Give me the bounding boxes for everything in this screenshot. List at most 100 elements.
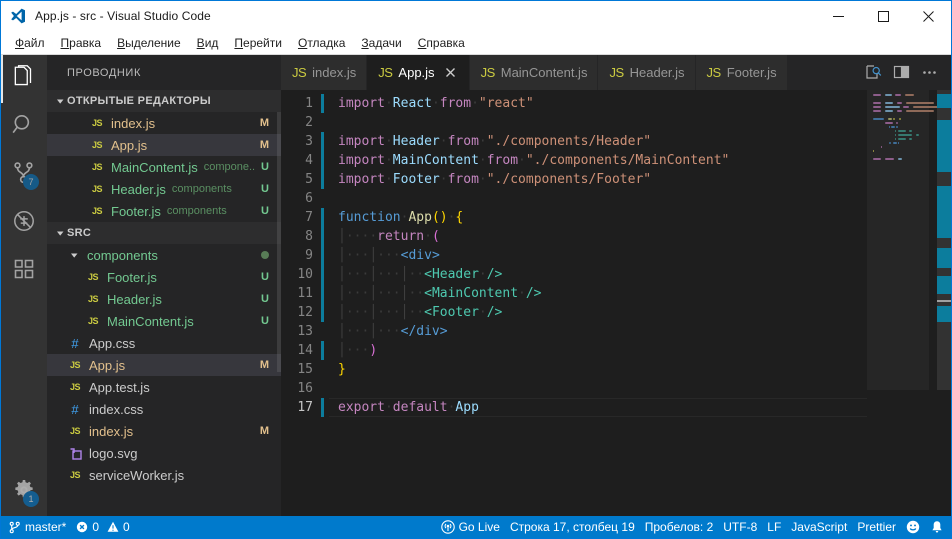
menu-edit[interactable]: Правка — [53, 33, 110, 53]
activity-source-control[interactable]: 7 — [1, 151, 47, 199]
status-go-live[interactable]: Go Live — [436, 516, 505, 538]
tab-footer-js[interactable]: JS Footer.js — [696, 55, 788, 90]
menu-debug-label: тладка — [307, 36, 345, 50]
tab-label: App.js — [398, 65, 434, 80]
menu-selection-label: ыделение — [125, 36, 181, 50]
change-bar — [321, 322, 324, 341]
code-text: function·App()·{ — [338, 208, 463, 227]
code-line: 17export·default·App — [281, 398, 867, 417]
code-text: │···│···<div> — [338, 246, 440, 265]
minimap-line — [909, 138, 912, 140]
minimap-line — [885, 94, 892, 96]
file-label: App.js — [89, 358, 125, 373]
git-status-badge: U — [261, 315, 269, 327]
code-line: 4import·MainContent·from·"./components/M… — [281, 151, 867, 170]
status-encoding[interactable]: UTF-8 — [718, 516, 762, 538]
open-preview-button[interactable] — [859, 55, 887, 90]
line-number: 5 — [281, 170, 321, 189]
close-button[interactable] — [906, 1, 951, 32]
activity-bar: 7 — [1, 55, 47, 516]
minimap-line — [888, 118, 892, 120]
file-item[interactable]: # App.css — [47, 332, 281, 354]
maximize-button[interactable] — [861, 1, 906, 32]
more-actions-button[interactable] — [915, 55, 943, 90]
tab-maincontent-js[interactable]: JS MainContent.js — [470, 55, 599, 90]
status-branch[interactable]: master* — [3, 516, 71, 538]
menu-selection[interactable]: Выделение — [109, 33, 189, 53]
explorer-title: ПРОВОДНИК — [47, 55, 281, 90]
status-eol[interactable]: LF — [762, 516, 786, 538]
broadcast-icon — [441, 520, 455, 534]
minimize-button[interactable] — [816, 1, 861, 32]
status-cursor-position[interactable]: Строка 17, столбец 19 — [505, 516, 640, 538]
open-editor-item[interactable]: JS MainContent.js compone.. U — [47, 156, 281, 178]
open-editor-item[interactable]: JS Footer.js components U — [47, 200, 281, 222]
status-notifications[interactable] — [925, 516, 949, 538]
js-file-icon: JS — [609, 65, 623, 80]
activity-explorer[interactable] — [1, 55, 47, 103]
status-problems[interactable]: 0 0 — [71, 516, 134, 538]
menu-view-label: ид — [205, 36, 219, 50]
minimap-line — [899, 118, 900, 120]
status-prettier[interactable]: Prettier — [852, 516, 901, 538]
tab-index-js[interactable]: JS index.js — [281, 55, 367, 90]
file-item[interactable]: # index.css — [47, 398, 281, 420]
minimap-line — [893, 142, 897, 144]
menu-view[interactable]: Вид — [189, 33, 227, 53]
file-item[interactable]: JS Header.js U — [47, 288, 281, 310]
file-item[interactable]: JS index.js M — [47, 420, 281, 442]
file-item[interactable]: JS App.js M — [47, 354, 281, 376]
status-language-mode[interactable]: JavaScript — [786, 516, 852, 538]
split-editor-button[interactable] — [887, 55, 915, 90]
minimap-line — [873, 102, 881, 104]
file-label: MainContent.js — [107, 314, 194, 329]
status-feedback[interactable] — [901, 516, 925, 538]
file-item[interactable]: logo.svg — [47, 442, 281, 464]
minimap-line — [873, 106, 881, 108]
git-status-badge: U — [261, 205, 269, 217]
menu-file[interactable]: Файл — [7, 33, 53, 53]
minimap-line — [897, 110, 902, 112]
tab-header-js[interactable]: JS Header.js — [598, 55, 695, 90]
overview-ruler[interactable] — [937, 90, 951, 516]
activity-debug[interactable] — [1, 199, 47, 247]
status-bar: master* 0 0 Go Live Строка 17, столбе — [1, 516, 951, 538]
folder-components[interactable]: components — [47, 244, 281, 266]
minimap-line — [897, 102, 902, 104]
file-item[interactable]: JS MainContent.js U — [47, 310, 281, 332]
chevron-down-icon — [53, 97, 67, 106]
section-src[interactable]: SRC — [47, 222, 281, 244]
section-open-editors[interactable]: ОТКРЫТЫЕ РЕДАКТОРЫ — [47, 90, 281, 112]
file-item[interactable]: JS Footer.js U — [47, 266, 281, 288]
file-item[interactable]: JS serviceWorker.js — [47, 464, 281, 486]
file-item[interactable]: JS App.test.js — [47, 376, 281, 398]
status-indentation[interactable]: Пробелов: 2 — [640, 516, 719, 538]
minimap-line — [885, 158, 894, 160]
activity-extensions[interactable] — [1, 247, 47, 295]
code-line: 15} — [281, 360, 867, 379]
menu-debug[interactable]: Отладка — [290, 33, 353, 53]
minimap[interactable] — [867, 90, 937, 516]
file-label: index.js — [89, 424, 133, 439]
menu-help[interactable]: Справка — [410, 33, 473, 53]
change-bar — [321, 132, 324, 151]
open-editor-item[interactable]: JS index.js M — [47, 112, 281, 134]
git-status-badge: M — [260, 139, 269, 151]
status-indentation-label: Пробелов: 2 — [645, 520, 714, 534]
minimap-line — [906, 110, 934, 112]
open-editor-item[interactable]: JS App.js M — [47, 134, 281, 156]
activity-search[interactable] — [1, 103, 47, 151]
code-text: │···) — [338, 341, 377, 360]
chevron-down-icon — [53, 229, 67, 238]
status-go-live-label: Go Live — [459, 520, 500, 534]
minimap-line — [873, 110, 881, 112]
open-editor-item[interactable]: JS Header.js components U — [47, 178, 281, 200]
tab-app-js[interactable]: JS App.js — [367, 55, 469, 90]
open-editor-desc: components — [167, 205, 227, 217]
menu-tasks[interactable]: Задачи — [353, 33, 409, 53]
close-icon[interactable] — [443, 65, 459, 81]
git-status-badge: U — [261, 183, 269, 195]
menu-go[interactable]: Перейти — [226, 33, 290, 53]
activity-manage[interactable]: 1 — [1, 468, 47, 516]
code-area[interactable]: 1import·React·from·"react"23import·Heade… — [281, 90, 867, 516]
